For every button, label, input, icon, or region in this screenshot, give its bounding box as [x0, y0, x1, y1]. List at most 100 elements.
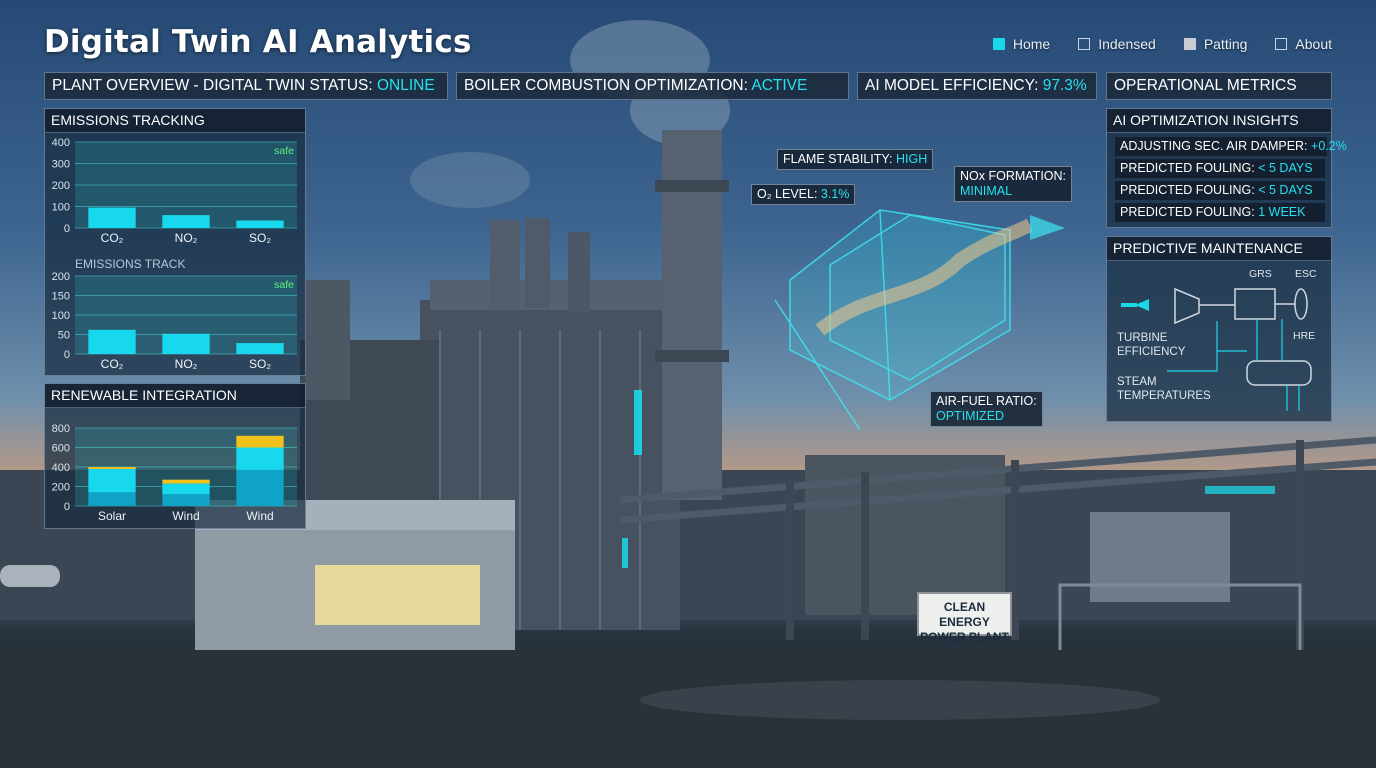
callout-label: FLAME STABILITY:	[783, 152, 896, 166]
bar	[88, 207, 136, 228]
callout-value: HIGH	[896, 152, 928, 166]
renewable-title: RENEWABLE INTEGRATION	[45, 384, 305, 408]
renewable-panel: RENEWABLE INTEGRATION 0 200 400 600 800 Solar…	[44, 383, 306, 529]
insight-row: PREDICTED FOULING: 1 WEEK	[1115, 203, 1325, 222]
callout-value: 3.1%	[820, 187, 850, 201]
bar	[236, 220, 284, 228]
plant-status-bar: PLANT OVERVIEW - DIGITAL TWIN STATUS: ON…	[44, 72, 448, 100]
boiler-status-value: ACTIVE	[751, 77, 808, 94]
nox-formation-callout: NOx FORMATION: MINIMAL	[954, 166, 1073, 202]
insight-label: PREDICTED FOULING:	[1120, 161, 1259, 175]
insight-row: ADJUSTING SEC. AIR DAMPER: +0.2%	[1115, 137, 1347, 156]
insight-row: PREDICTED FOULING: < 5 DAYS	[1115, 159, 1325, 178]
plant-status-label: PLANT OVERVIEW - DIGITAL TWIN STATUS:	[52, 77, 377, 94]
steam-label: STEAM	[1117, 376, 1157, 388]
bar-segment	[88, 467, 136, 469]
insight-label: ADJUSTING SEC. AIR DAMPER:	[1120, 139, 1312, 153]
y-tick-label: 100	[52, 202, 70, 214]
nav-indensed[interactable]: Indensed	[1078, 36, 1156, 52]
operational-metrics-label: OPERATIONAL METRICS	[1114, 77, 1297, 94]
checkbox-icon	[1078, 38, 1091, 50]
insight-value: < 5 DAYS	[1258, 161, 1313, 175]
emissions-title: EMISSIONS TRACKING	[45, 109, 305, 133]
x-tick-label: SO₂	[249, 231, 271, 245]
safe-annotation: safe	[274, 145, 294, 157]
flame-stability-callout: FLAME STABILITY: HIGH	[777, 149, 934, 170]
emissions-chart-1: 0 100 200 300 400 CO₂ NO₂ SO₂ safe	[52, 137, 297, 245]
y-tick-label: 100	[52, 310, 70, 322]
y-tick-label: 200	[52, 180, 70, 192]
boiler-status-label: BOILER COMBUSTION OPTIMIZATION:	[464, 77, 752, 94]
nav-home[interactable]: Home	[992, 36, 1050, 52]
x-tick-label: Wind	[246, 509, 273, 523]
insight-label: PREDICTED FOULING:	[1120, 183, 1259, 197]
insight-value: 1 WEEK	[1258, 205, 1306, 219]
emissions-panel: EMISSIONS TRACKING 0 100 200 300 400 CO₂ NO₂ SO…	[44, 108, 306, 376]
x-tick-label: NO₂	[175, 231, 198, 245]
checkbox-icon	[1275, 38, 1288, 50]
nav-label: Indensed	[1098, 36, 1156, 52]
bar	[88, 329, 136, 354]
nav-label: Patting	[1203, 36, 1248, 52]
bar-segment	[236, 447, 284, 470]
nav-label: About	[1295, 36, 1332, 52]
sign-line: CLEAN ENERGY	[939, 600, 990, 629]
o2-level-callout: O₂ LEVEL: 3.1%	[751, 184, 856, 205]
y-tick-label: 200	[52, 482, 70, 494]
bar-segment	[162, 479, 210, 484]
top-nav: Home Indensed Patting About	[992, 36, 1332, 52]
app-title: Digital Twin AI Analytics	[44, 24, 472, 60]
bar	[162, 333, 210, 354]
insight-value: +0.2%	[1311, 139, 1347, 153]
x-tick-label: NO₂	[175, 357, 198, 371]
y-tick-label: 0	[64, 349, 70, 361]
callout-label: NOx FORMATION:	[960, 169, 1067, 183]
bar-segment	[88, 468, 136, 493]
x-tick-label: CO₂	[101, 231, 124, 245]
ai-efficiency-value: 97.3%	[1042, 77, 1087, 94]
bar	[162, 215, 210, 228]
predictive-maintenance-panel: PREDICTIVE MAINTENANCE GRS ESC HRE TURBI…	[1106, 236, 1332, 422]
y-tick-label: 50	[58, 330, 70, 342]
clean-energy-sign: CLEAN ENERGY POWER PLANT	[917, 592, 1012, 644]
checkbox-icon	[1183, 38, 1196, 50]
y-tick-label: 0	[64, 223, 70, 235]
bar-segment	[88, 492, 136, 506]
callout-value: OPTIMIZED	[936, 409, 1005, 423]
ai-efficiency-label: AI MODEL EFFICIENCY:	[865, 77, 1043, 94]
nav-about[interactable]: About	[1275, 36, 1332, 52]
y-tick-label: 0	[64, 501, 70, 513]
boiler-status-bar: BOILER COMBUSTION OPTIMIZATION: ACTIVE	[456, 72, 849, 100]
y-tick-label: 800	[52, 423, 70, 435]
nav-patting[interactable]: Patting	[1183, 36, 1248, 52]
operational-metrics-bar: OPERATIONAL METRICS	[1106, 72, 1332, 100]
sign-line: POWER PLANT	[920, 630, 1009, 644]
x-tick-label: CO₂	[101, 357, 124, 371]
y-tick-label: 200	[52, 271, 70, 283]
steam-drum-icon	[1246, 360, 1312, 386]
efficiency-label: EFFICIENCY	[1117, 346, 1186, 358]
esc-unit-icon	[1294, 288, 1308, 320]
grs-unit-icon	[1234, 288, 1276, 320]
y-tick-label: 600	[52, 443, 70, 455]
air-fuel-callout: AIR-FUEL RATIO: OPTIMIZED	[930, 391, 1043, 427]
hre-label: HRE	[1293, 330, 1315, 342]
safe-annotation: safe	[274, 279, 294, 291]
flow-arrow-icon	[1135, 299, 1149, 311]
insight-value: < 5 DAYS	[1258, 183, 1313, 197]
ai-efficiency-bar: AI MODEL EFFICIENCY: 97.3%	[857, 72, 1097, 100]
checkbox-icon	[992, 38, 1005, 50]
emissions-chart-2: 0 50 100 150 200 CO₂ NO₂ SO₂ safe	[52, 271, 297, 371]
turbine-icon	[1174, 287, 1200, 325]
x-tick-label: Solar	[98, 509, 126, 523]
callout-label: O₂ LEVEL:	[757, 187, 821, 201]
bar-segment	[162, 483, 210, 495]
turbine-schematic-diagram: GRS ESC HRE TURBINE EFFICIENCY STEAM TEM…	[1117, 268, 1317, 411]
renewable-chart: 0 200 400 600 800 Solar Wind Wind	[52, 423, 297, 523]
grs-label: GRS	[1249, 268, 1272, 280]
bar-segment	[162, 494, 210, 506]
bar-segment	[236, 469, 284, 506]
predictive-maintenance-title: PREDICTIVE MAINTENANCE	[1107, 237, 1331, 261]
esc-label: ESC	[1295, 268, 1317, 280]
bar	[236, 343, 284, 354]
